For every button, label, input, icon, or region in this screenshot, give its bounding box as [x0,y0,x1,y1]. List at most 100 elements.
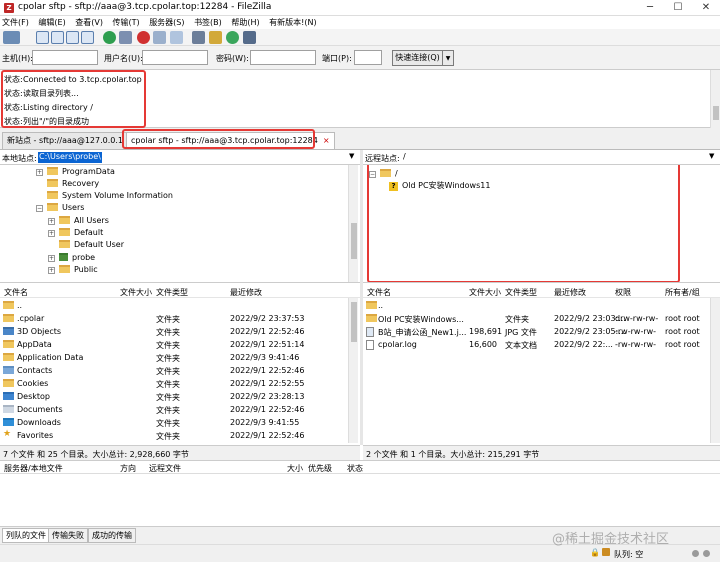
tree-item[interactable]: Recovery [47,179,99,189]
tree-item[interactable]: System Volume Information [47,191,173,201]
column-header[interactable]: 优先级 [308,463,332,474]
toggle-log-icon[interactable] [36,31,49,44]
table-row[interactable]: .. [0,299,348,312]
folder-icon [59,240,70,248]
minimize-button[interactable]: ─ [636,0,664,16]
chevron-down-icon[interactable]: ▼ [709,152,714,160]
downloads-icon [3,418,14,426]
column-header[interactable]: 文件类型 [156,287,188,298]
remote-list-scrollbar[interactable] [710,298,720,443]
close-icon[interactable]: × [323,136,330,145]
table-row[interactable]: Old PC安装Windows... 文件夹 2022/9/2 23:03:... d… [363,312,708,325]
refresh-icon[interactable] [103,31,116,44]
message-log: 状态:Connected to 3.tcp.cpolar.top 状态:读取目录… [0,70,720,128]
queue-header: 服务器/本地文件 方向 远程文件 大小 优先级 状态 [0,460,720,474]
sync-browsing-icon[interactable] [226,31,239,44]
column-header[interactable]: 文件大小 [120,287,152,298]
tree-item[interactable]: Default User [59,240,124,250]
table-row[interactable]: Contacts 文件夹 2022/9/1 22:52:46 [0,364,348,377]
process-queue-icon[interactable] [119,31,132,44]
username-label: 用户名(U): [104,54,143,63]
directory-listing-filter-icon[interactable] [192,31,205,44]
menu-file[interactable]: 文件(F) [0,16,34,29]
column-header[interactable]: 状态 [347,463,363,474]
tree-item[interactable]: + Default [48,228,103,238]
remote-status: 2 个文件 和 1 个目录。大小总计: 215,291 字节 [363,445,720,460]
queue-status: 队列: 空 [614,550,644,559]
tab-failed-transfers[interactable]: 传输失败 [48,528,88,543]
queue-list[interactable] [0,474,720,526]
tree-item[interactable]: + probe [48,253,95,263]
close-button[interactable]: ✕ [692,0,720,16]
username-input[interactable] [142,50,208,65]
table-row[interactable]: ★ Favorites 文件夹 2022/9/1 22:52:46 [0,429,348,442]
disconnect-icon[interactable] [153,31,166,44]
table-row[interactable]: Application Data 文件夹 2022/9/3 9:41:46 [0,351,348,364]
menu-help[interactable]: 帮助(H) [229,16,264,29]
table-row[interactable]: AppData 文件夹 2022/9/1 22:51:14 [0,338,348,351]
search-icon[interactable] [243,31,256,44]
remote-path-input[interactable]: / [403,152,406,163]
remote-file-list: .. Old PC安装Windows... 文件夹 2022/9/2 23:03:.… [363,298,720,443]
table-row[interactable]: B站_申请公函_New1.j... 198,691 JPG 文件 2022/9/2 2… [363,325,708,338]
column-header[interactable]: 最近修改 [230,287,262,298]
column-header[interactable]: 方向 [120,463,136,474]
column-header[interactable]: 最近修改 [554,287,586,298]
tree-item[interactable]: + ProgramData [36,167,115,177]
quickconnect-button[interactable]: 快速连接(Q) [392,50,443,66]
port-label: 端口(P): [322,54,352,63]
log-scrollbar[interactable] [710,70,720,128]
maximize-button[interactable]: ☐ [664,0,692,16]
toggle-queue-icon[interactable] [81,31,94,44]
host-input[interactable] [32,50,98,65]
column-header[interactable]: 文件名 [367,287,391,298]
port-input[interactable] [354,50,382,65]
menu-bar: 文件(F) 编辑(E) 查看(V) 传输(T) 服务器(S) 书签(B) 帮助(… [0,16,720,29]
column-header[interactable]: 文件大小 [469,287,501,298]
menu-transfer[interactable]: 传输(T) [111,16,145,29]
local-path-input[interactable]: C:\Users\probe\ [38,152,102,163]
menu-new-version[interactable]: 有新版本!(N) [267,16,321,29]
menu-server[interactable]: 服务器(S) [147,16,189,29]
table-row[interactable]: .cpolar 文件夹 2022/9/2 23:37:53 [0,312,348,325]
menu-edit[interactable]: 编辑(E) [36,16,70,29]
local-list-scrollbar[interactable] [348,298,358,443]
table-row[interactable]: Desktop 文件夹 2022/9/2 23:28:13 [0,390,348,403]
table-row[interactable]: Documents 文件夹 2022/9/1 22:52:46 [0,403,348,416]
local-tree-scrollbar[interactable] [348,165,358,282]
column-header[interactable]: 所有者/组 [665,287,700,298]
toggle-local-tree-icon[interactable] [51,31,64,44]
local-path-bar: 本地站点: C:\Users\probe\ ▼ [0,150,360,165]
column-header[interactable]: 权限 [615,287,631,298]
tab-new-site[interactable]: 新站点 - sftp://aaa@127.0.0.1× [2,132,140,149]
tree-item[interactable]: − Users [36,203,84,213]
tab-queued-files[interactable]: 列队的文件 [2,528,50,543]
activity-icon [703,550,710,557]
menu-bookmarks[interactable]: 书签(B) [192,16,227,29]
chevron-down-icon[interactable]: ▼ [443,50,454,66]
column-header[interactable]: 文件名 [4,287,28,298]
column-header[interactable]: 文件类型 [505,287,537,298]
activity-icon [692,550,699,557]
table-row[interactable]: .. [363,299,708,312]
contacts-icon [3,366,14,374]
column-header[interactable]: 服务器/本地文件 [4,463,63,474]
table-row[interactable]: cpolar.log 16,600 文本文档 2022/9/2 22:... -rw-r… [363,338,708,351]
table-row[interactable]: 3D Objects 文件夹 2022/9/1 22:52:46 [0,325,348,338]
password-input[interactable] [250,50,316,65]
site-manager-icon[interactable] [3,31,20,44]
tree-item[interactable]: + All Users [48,216,109,226]
chevron-down-icon[interactable]: ▼ [349,152,354,160]
column-header[interactable]: 远程文件 [149,463,181,474]
compare-icon[interactable] [209,31,222,44]
tree-item[interactable]: + Public [48,265,98,275]
host-label: 主机(H): [2,54,33,63]
cancel-icon[interactable] [137,31,150,44]
reconnect-icon[interactable] [170,31,183,44]
table-row[interactable]: Downloads 文件夹 2022/9/3 9:41:55 [0,416,348,429]
tab-successful-transfers[interactable]: 成功的传输 [88,528,136,543]
toggle-remote-tree-icon[interactable] [66,31,79,44]
table-row[interactable]: Cookies 文件夹 2022/9/1 22:52:55 [0,377,348,390]
menu-view[interactable]: 查看(V) [73,16,108,29]
column-header[interactable]: 大小 [287,463,303,474]
